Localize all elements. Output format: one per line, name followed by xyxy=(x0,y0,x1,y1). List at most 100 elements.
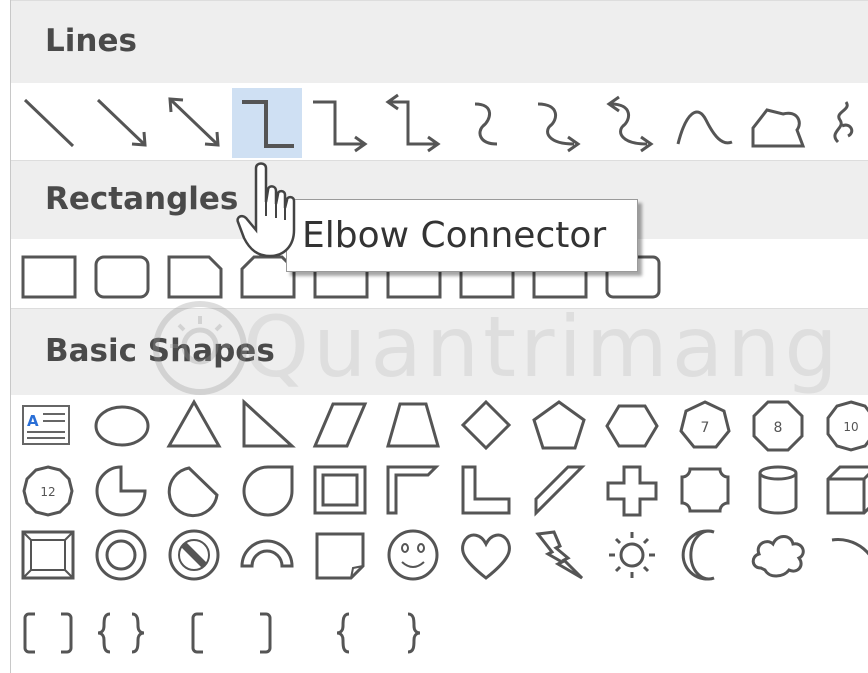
can-icon xyxy=(758,465,798,515)
left-brace-shape[interactable] xyxy=(305,598,375,668)
scribble-icon xyxy=(833,101,854,144)
rectangle-icon xyxy=(21,255,77,299)
elbow-arrow-connector-shape[interactable] xyxy=(305,88,375,158)
cube-shape[interactable] xyxy=(816,455,868,525)
diagonal-stripe-icon xyxy=(534,465,586,517)
frame-shape[interactable] xyxy=(305,455,375,525)
no-symbol-icon xyxy=(168,529,220,581)
diagonal-stripe-shape[interactable] xyxy=(524,455,594,525)
shapes-gallery: Lines Rectangles Basic Shapes A 7 8 10 1… xyxy=(0,0,868,673)
snip-corner-rectangle-icon xyxy=(167,255,223,299)
basic-shapes-row-1: A 7 8 10 xyxy=(11,390,868,460)
chord-shape[interactable] xyxy=(159,455,229,525)
oval-shape[interactable] xyxy=(86,390,156,460)
elbow-arrow-connector-icon xyxy=(313,100,368,153)
lines-section-label: Lines xyxy=(45,23,137,59)
heptagon-shape[interactable]: 7 xyxy=(670,390,740,460)
line-double-arrow-icon xyxy=(168,97,220,147)
right-triangle-shape[interactable] xyxy=(232,390,302,460)
text-box-shape[interactable]: A xyxy=(13,390,83,460)
l-shape-icon xyxy=(461,465,511,515)
heart-shape[interactable] xyxy=(451,520,521,590)
cube-icon xyxy=(826,465,868,515)
trapezoid-shape[interactable] xyxy=(378,390,448,460)
sun-icon xyxy=(609,532,655,578)
moon-shape[interactable] xyxy=(670,520,740,590)
cloud-shape[interactable] xyxy=(743,520,813,590)
bevel-icon xyxy=(21,530,75,580)
arc-icon xyxy=(831,538,868,556)
right-bracket-shape[interactable] xyxy=(232,598,302,668)
hexagon-shape[interactable] xyxy=(597,390,667,460)
dodecagon-shape[interactable]: 12 xyxy=(13,455,83,525)
line-arrow-icon xyxy=(96,98,147,147)
folded-corner-shape[interactable] xyxy=(305,520,375,590)
sun-shape[interactable] xyxy=(597,520,667,590)
double-brace-icon xyxy=(97,612,145,654)
smiley-face-shape[interactable] xyxy=(378,520,448,590)
rounded-rectangle-icon xyxy=(94,255,150,299)
left-bracket-shape[interactable] xyxy=(159,598,229,668)
block-arc-shape[interactable] xyxy=(232,520,302,590)
tooltip: Elbow Connector xyxy=(286,199,638,272)
basic-shapes-row-4 xyxy=(11,598,868,668)
snip-corner-rectangle-shape[interactable] xyxy=(159,240,229,304)
pie-shape[interactable] xyxy=(86,455,156,525)
plus-icon xyxy=(606,465,658,517)
pentagon-shape[interactable] xyxy=(524,390,594,460)
right-triangle-icon xyxy=(242,398,296,448)
text-box-icon: A xyxy=(22,405,70,445)
plaque-shape[interactable] xyxy=(670,455,740,525)
curved-arrow-connector-shape[interactable] xyxy=(524,88,594,158)
rounded-rectangle-shape[interactable] xyxy=(86,240,156,304)
elbow-double-arrow-connector-shape[interactable] xyxy=(378,88,448,158)
rectangle-shape[interactable] xyxy=(13,240,83,304)
half-frame-shape[interactable] xyxy=(378,455,448,525)
line-arrow-shape[interactable] xyxy=(86,88,156,158)
l-shape[interactable] xyxy=(451,455,521,525)
octagon-shape[interactable]: 8 xyxy=(743,390,813,460)
parallelogram-shape[interactable] xyxy=(305,390,375,460)
lightning-bolt-shape[interactable] xyxy=(524,520,594,590)
arc-shape[interactable] xyxy=(816,520,868,590)
scribble-shape[interactable] xyxy=(816,88,868,158)
double-bracket-shape[interactable] xyxy=(13,598,83,668)
curve-shape[interactable] xyxy=(670,88,740,158)
donut-shape[interactable] xyxy=(86,520,156,590)
double-brace-shape[interactable] xyxy=(86,598,156,668)
bevel-shape[interactable] xyxy=(13,520,83,590)
svg-text:7: 7 xyxy=(701,420,710,436)
triangle-shape[interactable] xyxy=(159,390,229,460)
lines-section-header: Lines xyxy=(11,0,868,83)
right-bracket-icon xyxy=(260,612,272,654)
line-double-arrow-shape[interactable] xyxy=(159,88,229,158)
curved-double-arrow-connector-shape[interactable] xyxy=(597,88,667,158)
svg-text:12: 12 xyxy=(40,485,55,499)
decagon-icon: 10 xyxy=(826,400,868,452)
right-brace-icon xyxy=(407,612,421,654)
no-symbol-shape[interactable] xyxy=(159,520,229,590)
freeform-shape[interactable] xyxy=(743,88,813,158)
decagon-shape[interactable]: 10 xyxy=(816,390,868,460)
teardrop-shape[interactable] xyxy=(232,455,302,525)
plus-shape[interactable] xyxy=(597,455,667,525)
curve-icon xyxy=(676,110,733,145)
donut-icon xyxy=(95,529,147,581)
teardrop-icon xyxy=(242,465,294,517)
heptagon-icon: 7 xyxy=(679,400,731,449)
curved-connector-shape[interactable] xyxy=(451,88,521,158)
diamond-shape[interactable] xyxy=(451,390,521,460)
plaque-icon xyxy=(680,467,730,513)
lines-row xyxy=(11,88,868,158)
left-bracket-icon xyxy=(191,612,203,654)
cloud-icon xyxy=(751,535,805,578)
folded-corner-icon xyxy=(315,532,365,580)
moon-icon xyxy=(681,529,715,581)
basic-shapes-row-2: 12 xyxy=(11,455,868,525)
elbow-connector-shape[interactable] xyxy=(232,88,302,158)
right-brace-shape[interactable] xyxy=(378,598,448,668)
can-shape[interactable] xyxy=(743,455,813,525)
line-shape[interactable] xyxy=(13,88,83,158)
triangle-icon xyxy=(166,398,222,448)
trapezoid-icon xyxy=(386,402,440,448)
